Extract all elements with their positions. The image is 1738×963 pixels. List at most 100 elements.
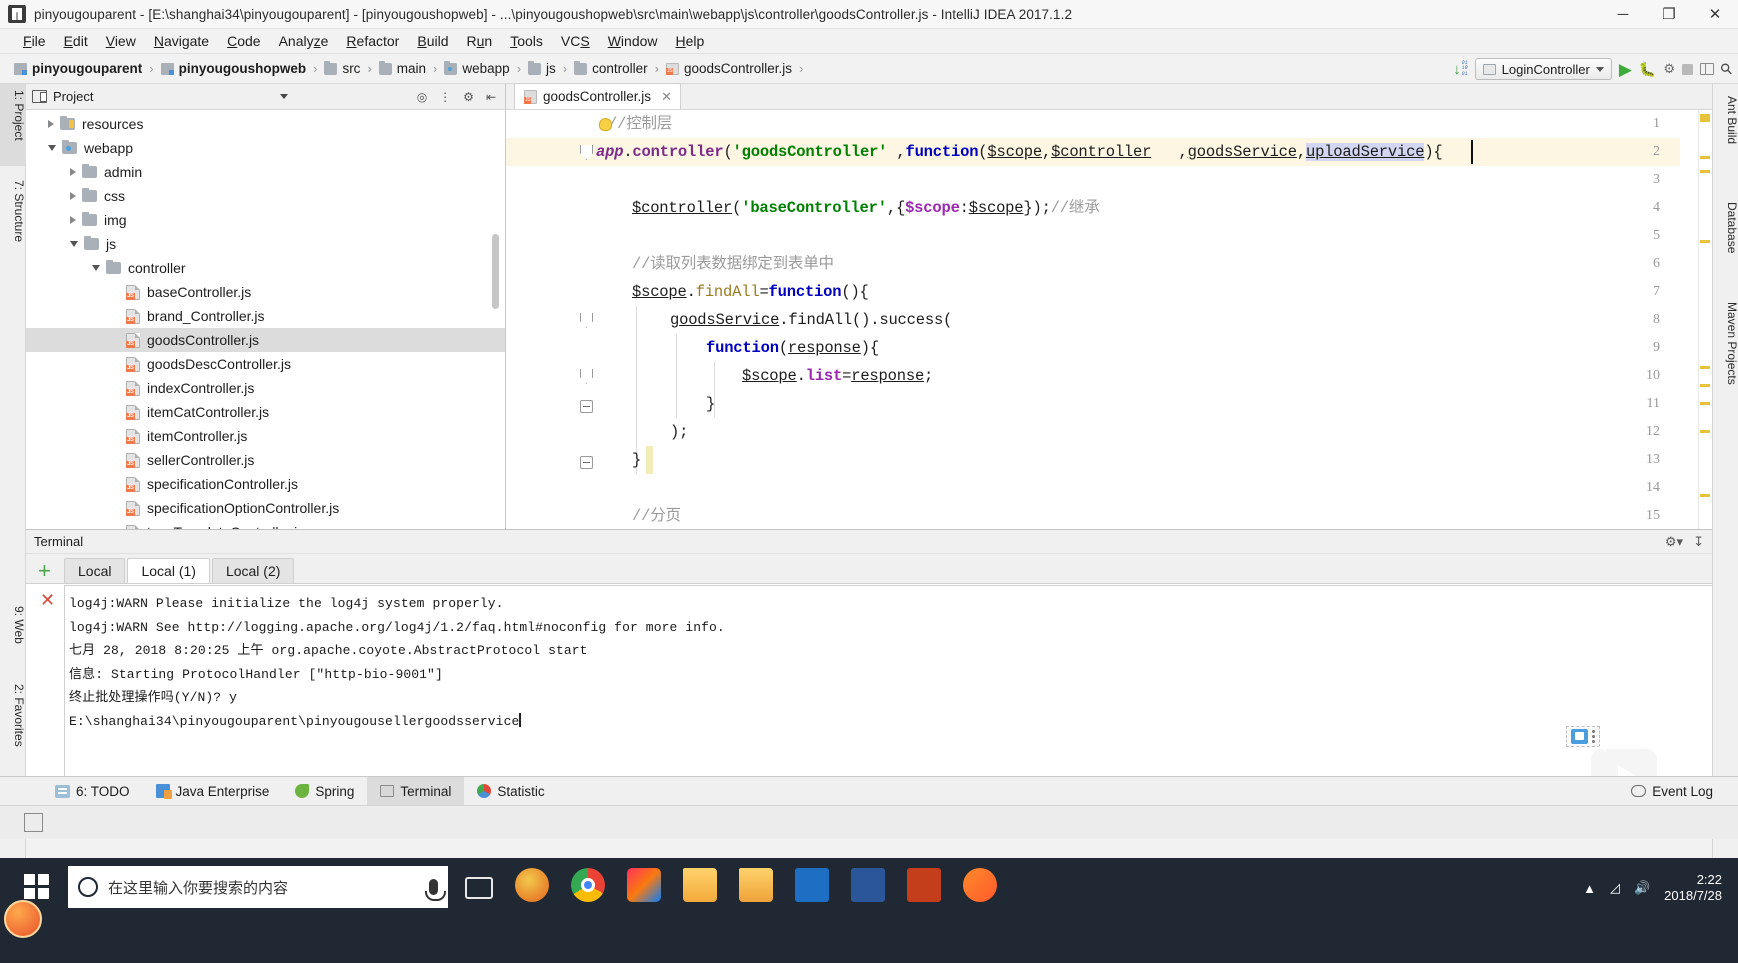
tree-item-typetemplatecontroller-js[interactable]: typeTemplateController.js [26,520,505,529]
folder-icon[interactable] [739,868,773,902]
stripe-marker-warning[interactable] [1700,240,1710,243]
blue-app-icon[interactable] [795,868,829,902]
ppt-icon[interactable] [907,868,941,902]
ie-icon[interactable] [515,868,549,902]
tree-item-admin[interactable]: admin [26,160,505,184]
taskbar-clock[interactable]: 2:22 2018/7/28 [1664,872,1722,904]
chrome-icon[interactable] [571,868,605,902]
tree-item-webapp[interactable]: webapp [26,136,505,160]
terminal-tab-local[interactable]: Local [64,558,126,583]
chevron-right-icon[interactable] [70,192,76,200]
tree-item-basecontroller-js[interactable]: baseController.js [26,280,505,304]
tool-tab-database[interactable]: Database [1713,196,1738,284]
status-item-todo[interactable]: 6: TODO [42,777,143,806]
gear-icon[interactable]: ⚙▾ [1665,534,1683,550]
tool-tab-maven-projects[interactable]: Maven Projects [1713,296,1738,422]
menu-view[interactable]: View [97,31,145,51]
fold-marker-line9[interactable] [580,369,593,384]
run-icon[interactable]: ▶ [1619,61,1632,78]
settings-icon[interactable]: ⚙ [460,90,477,104]
close-terminal-session-button[interactable]: ✕ [40,591,55,609]
menu-vcs[interactable]: VCS [552,31,599,51]
chevron-down-icon[interactable] [70,241,78,247]
menu-run[interactable]: Run [458,31,502,51]
stripe-marker-warning[interactable] [1700,170,1710,173]
tree-item-itemcatcontroller-js[interactable]: itemCatController.js [26,400,505,424]
stripe-marker-warning[interactable] [1700,156,1710,159]
explorer-icon[interactable] [683,868,717,902]
task-view-icon[interactable] [465,877,493,899]
breadcrumb-item-main[interactable]: main [378,60,426,76]
breadcrumb-item-js[interactable]: js [528,60,556,76]
chevron-right-icon[interactable] [48,120,54,128]
tree-item-goodscontroller-js[interactable]: goodsController.js [26,328,505,352]
stripe-marker-warning[interactable] [1700,494,1710,497]
tree-item-goodsdesccontroller-js[interactable]: goodsDescController.js [26,352,505,376]
stripe-marker-warning[interactable] [1700,366,1710,369]
ime-menu-icon[interactable] [1592,730,1595,743]
status-item-statistic[interactable]: Statistic [464,777,557,806]
menu-analyze[interactable]: Analyze [270,31,338,51]
close-button[interactable]: ✕ [1692,0,1738,29]
tree-item-css[interactable]: css [26,184,505,208]
download-arrow-icon[interactable]: ↓ 01 10 01 [1453,60,1468,78]
close-icon[interactable]: ✕ [661,89,672,105]
tool-tab-web[interactable]: 9: Web [0,600,26,668]
fold-marker-line7[interactable] [580,313,593,328]
terminal-tab-local-1[interactable]: Local (1) [127,558,210,583]
menu-build[interactable]: Build [408,31,457,51]
fold-marker-line13[interactable] [580,456,593,469]
menu-window[interactable]: Window [599,31,667,51]
chevron-down-icon[interactable] [48,145,56,151]
stop-icon[interactable] [1682,63,1693,75]
tree-item-itemcontroller-js[interactable]: itemController.js [26,424,505,448]
ime-status-floating-panel[interactable] [1566,726,1600,747]
tree-item-brand-controller-js[interactable]: brand_Controller.js [26,304,505,328]
maximize-button[interactable]: ❐ [1646,0,1692,29]
tree-item-js[interactable]: js [26,232,505,256]
search-icon[interactable]: ⚲ [1716,59,1737,79]
collapse-all-icon[interactable]: ◎ [414,90,430,104]
layout-icon[interactable] [1700,63,1714,75]
breadcrumb-item-pinyougoushopweb[interactable]: pinyougoushopweb [160,61,306,76]
stripe-marker-warning[interactable] [1700,402,1710,405]
terminal-tab-local-2[interactable]: Local (2) [211,558,295,583]
chevron-down-icon[interactable] [279,94,288,99]
sogou-icon[interactable] [963,868,997,902]
menu-tools[interactable]: Tools [501,31,552,51]
editor-tab-goodscontroller[interactable]: goodsController.js ✕ [514,83,681,109]
tree-item-img[interactable]: img [26,208,505,232]
menu-refactor[interactable]: Refactor [337,31,408,51]
menu-navigate[interactable]: Navigate [145,31,218,51]
breadcrumb-item-webapp[interactable]: webapp [444,60,510,76]
new-terminal-session-button[interactable]: + [38,560,51,582]
start-button[interactable] [24,874,50,900]
tray-icon-volume[interactable]: 🔊 [1634,880,1650,896]
taskbar-search-box[interactable]: 在这里输入你要搜索的内容 [68,866,448,908]
status-item-spring[interactable]: Spring [282,777,367,806]
code-editor[interactable]: 1 2 3 4 5 6 7 8 9 10 11 12 13 14 15 //控制… [506,110,1712,529]
lightbulb-icon[interactable] [599,118,612,131]
hide-icon[interactable]: ⇤ [483,90,499,104]
chevron-right-icon[interactable] [70,168,76,176]
breadcrumb-item-pinyougouparent[interactable]: pinyougouparent [14,61,142,76]
word-icon[interactable] [851,868,885,902]
tree-item-specificationcontroller-js[interactable]: specificationController.js [26,472,505,496]
tool-tab-ant-build[interactable]: Ant Build [1713,90,1738,184]
idea-icon[interactable] [627,868,661,902]
tree-item-specificationoptioncontroller-js[interactable]: specificationOptionController.js [26,496,505,520]
debug-icon[interactable]: 🐛 [1639,62,1656,76]
error-stripe[interactable] [1698,110,1712,529]
menu-edit[interactable]: Edit [55,31,97,51]
tree-item-sellercontroller-js[interactable]: sellerController.js [26,448,505,472]
tray-icon-network[interactable]: ◿ [1610,880,1620,896]
status-item-event-log[interactable]: Event Log [1618,777,1726,806]
breadcrumb-item-goodscontroller[interactable]: goodsController.js [666,61,792,76]
menu-help[interactable]: Help [667,31,714,51]
fold-marker-line11[interactable] [580,400,593,413]
stripe-marker-warning[interactable] [1700,384,1710,387]
tree-item-controller[interactable]: controller [26,256,505,280]
menu-file[interactable]: File [14,31,55,51]
microphone-icon[interactable] [425,879,446,901]
tool-tab-favorites[interactable]: 2: Favorites [0,678,26,778]
